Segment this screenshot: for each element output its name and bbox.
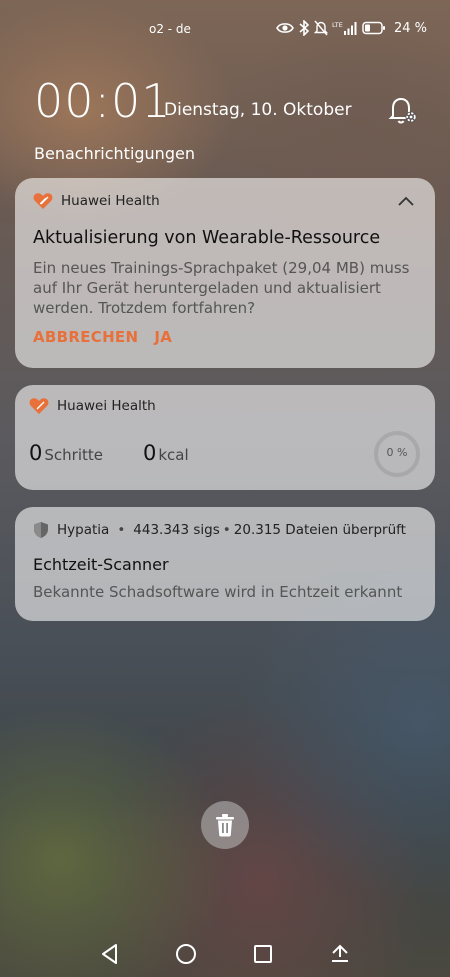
notification-title: Aktualisierung von Wearable-Ressource	[33, 228, 381, 248]
recents-icon	[254, 945, 272, 963]
chevron-up-icon[interactable]	[397, 194, 415, 208]
navigation-bar	[0, 930, 450, 977]
notification-card-hypatia[interactable]: Hypatia • 443.343 sigs • 20.315 Dateien …	[15, 507, 435, 621]
battery-icon	[362, 21, 385, 35]
shield-icon	[34, 522, 48, 538]
meta-separator: •	[222, 522, 231, 538]
eye-icon	[276, 23, 294, 33]
trash-icon	[216, 814, 234, 837]
kcal-label: kcal	[158, 446, 189, 464]
lockscreen-clock: 00:01	[34, 74, 172, 128]
kcal-value: 0	[142, 441, 157, 465]
files-scanned: 20.315 Dateien überprüft	[233, 522, 406, 538]
battery-percent: 24 %	[394, 20, 428, 36]
notification-body: Ein neues Trainings-Sprachpaket (29,04 M…	[33, 259, 410, 317]
notification-card-health-update[interactable]: Huawei Health Aktualisierung von Wearabl…	[15, 178, 435, 368]
notifications-heading: Benachrichtigungen	[34, 144, 195, 163]
carrier-label: o2 - de	[149, 22, 191, 36]
notification-shade-button[interactable]	[326, 942, 354, 966]
mute-icon	[314, 20, 328, 36]
app-name: Hypatia	[57, 522, 110, 538]
back-button[interactable]	[96, 942, 124, 966]
pull-up-icon	[332, 944, 348, 962]
recents-button[interactable]	[249, 942, 277, 966]
steps-value: 0	[29, 441, 43, 465]
huawei-health-icon	[29, 398, 49, 414]
notification-title: Echtzeit-Scanner	[33, 555, 169, 574]
cancel-button[interactable]: ABBRECHEN	[33, 328, 138, 346]
steps-label: Schritte	[44, 446, 103, 464]
back-icon	[102, 944, 117, 964]
lockscreen-date: Dienstag, 10. Oktober	[164, 100, 352, 120]
app-name: Huawei Health	[57, 398, 156, 414]
app-header: Huawei Health	[29, 397, 156, 415]
lte-signal-icon: LTE	[332, 21, 357, 35]
kcal-stat: 0 kcal	[143, 441, 189, 465]
app-header: Huawei Health	[33, 192, 160, 210]
notification-settings-icon[interactable]	[386, 92, 420, 126]
status-bar: o2 - de LTE 24 %	[0, 0, 450, 60]
notification-body: Bekannte Schadsoftware wird in Echtzeit …	[33, 583, 403, 601]
notification-actions: ABBRECHEN JA	[33, 328, 172, 346]
steps-stat: 0 Schritte	[29, 441, 103, 465]
signature-count: 443.343 sigs	[133, 522, 220, 538]
confirm-button[interactable]: JA	[154, 328, 172, 346]
progress-percent: 0 %	[386, 446, 408, 459]
clear-notifications-button[interactable]	[201, 801, 249, 849]
bluetooth-icon	[299, 20, 310, 36]
status-icons: LTE 24 %	[276, 20, 427, 36]
home-icon	[176, 944, 196, 964]
meta-separator: •	[117, 522, 126, 538]
svg-text:LTE: LTE	[332, 21, 343, 29]
activity-stats: 0 Schritte 0 kcal	[29, 441, 229, 465]
app-name: Huawei Health	[61, 193, 160, 209]
app-header: Hypatia • 443.343 sigs • 20.315 Dateien …	[33, 521, 406, 539]
huawei-health-icon	[33, 193, 53, 209]
home-button[interactable]	[172, 942, 200, 966]
notification-card-health-stats[interactable]: Huawei Health 0 Schritte 0 kcal 0 %	[15, 385, 435, 490]
